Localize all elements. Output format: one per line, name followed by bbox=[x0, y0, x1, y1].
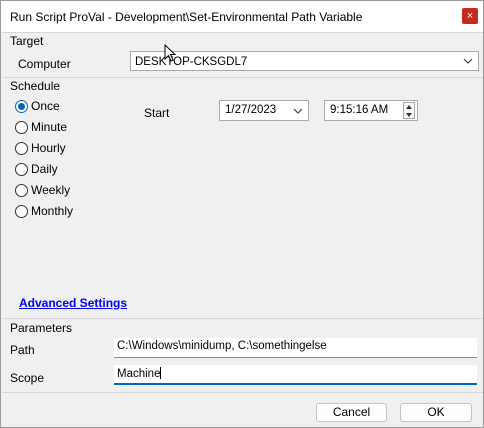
divider bbox=[2, 32, 483, 33]
radio-monthly[interactable]: Monthly bbox=[15, 203, 73, 219]
divider bbox=[2, 77, 483, 78]
computer-label: Computer bbox=[18, 57, 71, 71]
radio-weekly[interactable]: Weekly bbox=[15, 182, 70, 198]
start-date-value: 1/27/2023 bbox=[225, 104, 277, 116]
radio-icon bbox=[15, 99, 28, 113]
cancel-button[interactable]: Cancel bbox=[316, 403, 387, 422]
radio-label: Hourly bbox=[31, 141, 66, 155]
radio-icon bbox=[15, 120, 28, 134]
text-caret bbox=[160, 367, 162, 379]
chevron-down-icon bbox=[293, 108, 303, 114]
close-button[interactable]: × bbox=[462, 8, 478, 24]
schedule-group-label: Schedule bbox=[10, 79, 61, 93]
radio-daily[interactable]: Daily bbox=[15, 161, 58, 177]
radio-minute[interactable]: Minute bbox=[15, 119, 67, 135]
radio-icon bbox=[15, 204, 28, 218]
title-bar: Run Script ProVal - Development\Set-Envi… bbox=[1, 1, 483, 32]
advanced-settings-link[interactable]: Advanced Settings bbox=[19, 296, 127, 310]
chevron-down-icon bbox=[463, 58, 473, 64]
scope-input[interactable]: Machine bbox=[114, 365, 477, 385]
radio-icon bbox=[15, 183, 28, 197]
mouse-pointer-icon bbox=[164, 44, 176, 62]
scope-value: Machine bbox=[117, 368, 161, 380]
radio-icon bbox=[15, 141, 28, 155]
time-spinner[interactable] bbox=[403, 102, 415, 119]
path-input[interactable]: C:\Windows\minidump, C:\somethingelse bbox=[114, 338, 477, 358]
radio-label: Weekly bbox=[31, 183, 71, 197]
start-time-value: 9:15:16 AM bbox=[330, 104, 389, 116]
start-label: Start bbox=[144, 106, 170, 120]
start-time-picker[interactable]: 9:15:16 AM bbox=[324, 100, 418, 121]
computer-value: DESKTOP-CKSGDL7 bbox=[135, 56, 248, 68]
radio-label: Minute bbox=[31, 120, 68, 134]
radio-label: Monthly bbox=[31, 204, 74, 218]
radio-hourly[interactable]: Hourly bbox=[15, 140, 66, 156]
scope-label: Scope bbox=[10, 371, 45, 385]
path-label: Path bbox=[10, 343, 35, 357]
path-value: C:\Windows\minidump, C:\somethingelse bbox=[117, 340, 327, 352]
radio-label: Daily bbox=[31, 162, 58, 176]
run-script-dialog: Run Script ProVal - Development\Set-Envi… bbox=[0, 0, 484, 428]
computer-dropdown[interactable]: DESKTOP-CKSGDL7 bbox=[130, 51, 479, 71]
close-icon: × bbox=[466, 10, 474, 22]
spin-down-icon[interactable] bbox=[404, 111, 414, 119]
target-group-label: Target bbox=[10, 34, 44, 48]
radio-label: Once bbox=[31, 99, 60, 113]
radio-once[interactable]: Once bbox=[15, 98, 60, 114]
parameters-group-label: Parameters bbox=[10, 321, 73, 335]
divider bbox=[2, 318, 483, 319]
window-title: Run Script ProVal - Development\Set-Envi… bbox=[10, 10, 363, 24]
start-date-picker[interactable]: 1/27/2023 bbox=[219, 100, 309, 121]
radio-icon bbox=[15, 162, 28, 176]
spin-up-icon[interactable] bbox=[404, 103, 414, 111]
ok-button[interactable]: OK bbox=[400, 403, 472, 422]
